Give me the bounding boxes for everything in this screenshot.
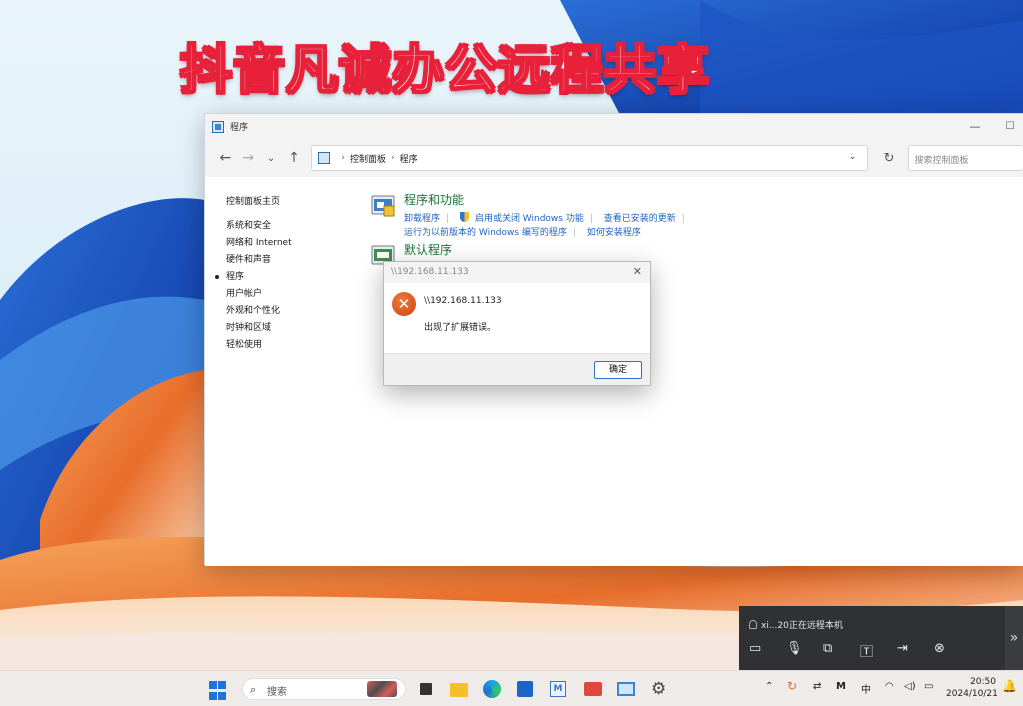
sidebar-item-hardware-sound[interactable]: 硬件和声音 bbox=[226, 252, 346, 269]
breadcrumb-control-panel[interactable]: 控制面板 bbox=[350, 152, 386, 165]
navigation-bar: ← → ⌄ ↑ › 控制面板 › 程序 ⌄ ↻ 搜索控制面板 bbox=[205, 139, 1023, 177]
window-titlebar[interactable]: 程序 — ☐ bbox=[205, 114, 1023, 139]
breadcrumb-programs[interactable]: 程序 bbox=[400, 152, 418, 165]
recent-locations-chevron-icon[interactable]: ⌄ bbox=[260, 153, 283, 164]
minimize-icon[interactable]: — bbox=[960, 118, 990, 136]
app-red-icon[interactable] bbox=[584, 679, 604, 699]
forward-arrow-icon[interactable]: → bbox=[237, 150, 260, 166]
disconnect-icon[interactable]: ⊗ bbox=[934, 641, 971, 660]
ime-indicator[interactable]: 中 bbox=[861, 681, 871, 696]
sync-icon[interactable]: ↻ bbox=[787, 679, 797, 693]
taskbar-search-box[interactable]: ⌕ 搜索 bbox=[242, 678, 406, 700]
category-title-default-programs[interactable]: 默认程序 bbox=[404, 241, 452, 258]
programs-features-icon bbox=[371, 195, 395, 217]
category-links-row2: 运行为以前版本的 Windows 编写的程序 | 如何安装程序 bbox=[404, 228, 641, 238]
remote-status-text: xi...20正在远程本机 bbox=[761, 621, 843, 631]
sidebar-item-system-security[interactable]: 系统和安全 bbox=[226, 218, 346, 235]
app-tray-icon[interactable]: M bbox=[836, 681, 846, 692]
link-uninstall-program[interactable]: 卸载程序 bbox=[404, 214, 440, 224]
refresh-icon[interactable]: ↻ bbox=[876, 151, 903, 166]
taskbar-search-label: 搜索 bbox=[267, 687, 287, 698]
sidebar-item-clock-region[interactable]: 时钟和区域 bbox=[226, 320, 346, 337]
expand-panel-icon[interactable]: » bbox=[1005, 606, 1023, 670]
link-how-to-install[interactable]: 如何安装程序 bbox=[587, 228, 641, 238]
search-highlight-icon bbox=[367, 681, 397, 697]
control-panel-icon bbox=[212, 120, 224, 133]
volume-icon[interactable]: ◁) bbox=[904, 681, 916, 692]
sidebar-item-user-accounts[interactable]: 用户帐户 bbox=[226, 286, 346, 303]
file-transfer-icon[interactable]: ⇥ bbox=[897, 641, 934, 660]
wifi-icon[interactable]: ◠ bbox=[885, 681, 894, 692]
category-links-row1: 卸载程序 | 启用或关闭 Windows 功能 | 查看已安装的更新 | bbox=[404, 212, 685, 224]
search-icon: ⌕ bbox=[250, 683, 257, 696]
dialog-message: 出现了扩展错误。 bbox=[424, 323, 497, 333]
sidebar-home-link[interactable]: 控制面板主页 bbox=[226, 194, 346, 207]
remote-desktop-icon[interactable] bbox=[617, 679, 637, 699]
dialog-title: \\192.168.11.133 bbox=[391, 267, 469, 277]
breadcrumb-separator-icon[interactable]: › bbox=[391, 153, 395, 163]
task-view-icon[interactable] bbox=[416, 679, 436, 699]
video-overlay-title: 抖音凡诚办公远程共享 bbox=[179, 40, 711, 102]
search-control-panel-input[interactable]: 搜索控制面板 bbox=[908, 145, 1023, 171]
link-installed-updates[interactable]: 查看已安装的更新 bbox=[604, 214, 676, 224]
sidebar-item-ease-of-access[interactable]: 轻松使用 bbox=[226, 337, 346, 354]
category-programs-features: 程序和功能 卸载程序 | 启用或关闭 Windows 功能 | 查看已安装的更新 | … bbox=[371, 191, 891, 241]
address-bar[interactable]: › 控制面板 › 程序 ⌄ bbox=[311, 145, 868, 171]
user-icon bbox=[749, 620, 757, 629]
address-dropdown-chevron-icon[interactable]: ⌄ bbox=[848, 151, 856, 162]
error-dialog: \\192.168.11.133 ✕ ✕ \\192.168.11.133 出现… bbox=[383, 261, 651, 386]
sidebar-item-appearance[interactable]: 外观和个性化 bbox=[226, 303, 346, 320]
sidebar-item-programs[interactable]: 程序 bbox=[215, 269, 346, 286]
system-clock[interactable]: 20:50 2024/10/21 bbox=[946, 676, 998, 700]
microphone-icon[interactable]: 🎙 bbox=[786, 641, 823, 660]
link-compatibility-programs[interactable]: 运行为以前版本的 Windows 编写的程序 bbox=[404, 228, 567, 238]
window-title: 程序 bbox=[230, 123, 249, 133]
uac-shield-icon bbox=[459, 212, 469, 222]
microsoft-store-icon[interactable] bbox=[517, 679, 537, 699]
text-icon[interactable]: 🅃 bbox=[860, 641, 897, 660]
remote-screen-icon[interactable]: ⧉ bbox=[823, 641, 860, 660]
close-icon[interactable]: ✕ bbox=[633, 265, 642, 278]
link-windows-features[interactable]: 启用或关闭 Windows 功能 bbox=[475, 214, 584, 224]
category-title-programs-features[interactable]: 程序和功能 bbox=[404, 191, 464, 208]
clock-date: 2024/10/21 bbox=[946, 689, 998, 699]
file-explorer-icon[interactable] bbox=[450, 679, 470, 699]
tray-overflow-chevron-icon[interactable]: ⌃ bbox=[765, 681, 773, 692]
taskbar: ⌕ 搜索 M ⚙ ⌃ ↻ ⇄ M 中 ◠ ◁) ▭ 20:50 2024/10/… bbox=[0, 670, 1023, 706]
up-arrow-icon[interactable]: ↑ bbox=[283, 150, 306, 166]
breadcrumb-separator-icon[interactable]: › bbox=[341, 153, 345, 163]
remote-session-panel: xi...20正在远程本机 ▭ 🎙 ⧉ 🅃 ⇥ ⊗ bbox=[739, 606, 1005, 670]
error-icon: ✕ bbox=[392, 292, 416, 316]
control-panel-sidebar: 控制面板主页 系统和安全 网络和 Internet 硬件和声音 程序 用户帐户 … bbox=[215, 194, 346, 354]
transfer-icon[interactable]: ⇄ bbox=[813, 681, 821, 692]
clock-time: 20:50 bbox=[970, 677, 996, 687]
dialog-heading: \\192.168.11.133 bbox=[424, 296, 502, 306]
ok-button[interactable]: 确定 bbox=[594, 361, 642, 379]
control-panel-address-icon bbox=[318, 152, 331, 164]
dialog-titlebar[interactable]: \\192.168.11.133 ✕ bbox=[384, 262, 650, 283]
app-m-icon[interactable]: M bbox=[550, 679, 570, 699]
start-button[interactable] bbox=[209, 681, 229, 701]
remote-toolbar: ▭ 🎙 ⧉ 🅃 ⇥ ⊗ bbox=[749, 641, 971, 660]
maximize-icon[interactable]: ☐ bbox=[995, 118, 1023, 136]
settings-gear-icon[interactable]: ⚙ bbox=[651, 679, 671, 699]
remote-status: xi...20正在远程本机 bbox=[749, 618, 843, 631]
chat-icon[interactable]: ▭ bbox=[749, 641, 786, 660]
battery-icon[interactable]: ▭ bbox=[924, 681, 933, 692]
notification-bell-icon[interactable]: 🔔 bbox=[1002, 679, 1017, 693]
sidebar-item-network-internet[interactable]: 网络和 Internet bbox=[226, 235, 346, 252]
edge-browser-icon[interactable] bbox=[483, 679, 503, 699]
back-arrow-icon[interactable]: ← bbox=[214, 150, 237, 166]
dialog-footer: 确定 bbox=[384, 353, 650, 385]
